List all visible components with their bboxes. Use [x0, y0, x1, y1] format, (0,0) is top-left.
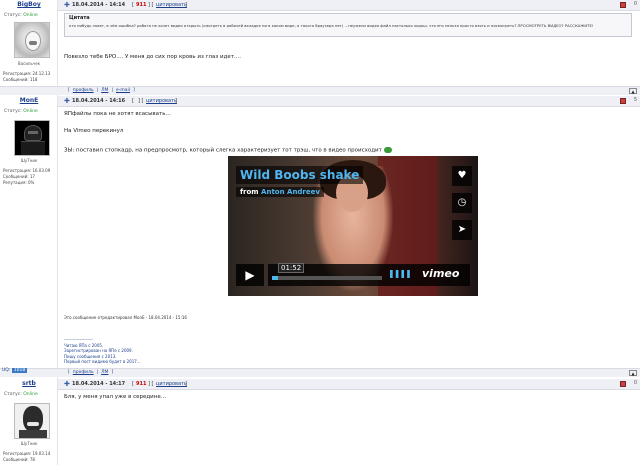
- post-body: Повезло тебе БРО.... У меня до сих пор к…: [64, 54, 242, 60]
- video-author[interactable]: Anton Andreev: [261, 188, 320, 196]
- post-date: 18.04.2014 - 14:16: [72, 98, 126, 104]
- plus-icon[interactable]: ✚: [64, 97, 70, 105]
- report-icon[interactable]: [620, 2, 626, 8]
- time-indicator: 01:52: [278, 263, 305, 273]
- plus-icon[interactable]: ✚: [64, 380, 70, 388]
- video-byline: from Anton Andreev: [236, 187, 324, 197]
- post-1: BigBoy Статус: Online Васильчек Регистра…: [0, 0, 640, 96]
- post-footer: [профиль | ЛМ] ▲: [0, 368, 640, 377]
- avatar[interactable]: [14, 120, 50, 156]
- scroll-top-button[interactable]: ▲: [629, 370, 637, 376]
- avatar[interactable]: [14, 22, 50, 58]
- pm-link[interactable]: ЛМ: [101, 88, 108, 93]
- avatar-caption: ШуТник: [20, 441, 38, 446]
- user-stats: Регистрация: 16.03.09 Сообщений: 17 Репу…: [3, 168, 50, 186]
- quote-button[interactable]: цитировать: [146, 98, 177, 104]
- report-icon[interactable]: [620, 381, 626, 387]
- edited-note: Это сообщение отредактировал MonE - 18.0…: [64, 315, 187, 320]
- username-link[interactable]: MonE: [0, 97, 58, 104]
- reputation: Репутация: 0%: [3, 180, 35, 185]
- pm-number[interactable]: 911: [136, 2, 146, 8]
- user-panel: srtb Статус: Online ШуТник Регистрация: …: [0, 379, 58, 465]
- smiley-icon: [383, 147, 392, 153]
- volume-icon[interactable]: ❚❚❚❚: [388, 269, 412, 278]
- user-status: Статус: Online: [4, 13, 38, 18]
- vimeo-logo[interactable]: vimeo: [422, 267, 459, 280]
- counter: 0: [633, 1, 637, 7]
- plus-icon[interactable]: ✚: [64, 1, 70, 9]
- signature: -------------------- Читаю ЯПа с 2005. З…: [64, 337, 141, 364]
- avatar-caption: ШуТник: [20, 158, 38, 163]
- post-footer: [профиль | ЛМ | e-mail] ▲: [0, 86, 640, 95]
- user-stats: Регистрация: 19.03.14 Сообщений: 78: [3, 451, 50, 463]
- post-header: ✚ 18.04.2014 - 14:14 [ 911 ] [ цитироват…: [58, 0, 640, 11]
- post-date: 18.04.2014 - 14:14: [72, 2, 126, 8]
- report-icon[interactable]: [620, 98, 626, 104]
- msg-count: Сообщений: 118: [3, 77, 38, 82]
- counter: 0: [633, 380, 637, 386]
- msg-count: Сообщений: 78: [3, 457, 35, 462]
- post-header: ✚ 18.04.2014 - 14:16 [ ] [ цитировать ] …: [58, 96, 640, 107]
- username-link[interactable]: BigBoy: [0, 1, 58, 8]
- footer-links: [профиль | ЛМ]: [68, 370, 114, 375]
- quote-button[interactable]: цитировать: [156, 2, 187, 8]
- progress-fill: [272, 276, 278, 280]
- watch-later-icon[interactable]: ◷: [452, 193, 472, 213]
- quote-block: Цитата кто нибудь знает, в чём ошибка? р…: [64, 13, 632, 37]
- scroll-top-button[interactable]: ▲: [629, 88, 637, 94]
- user-status: Статус: Online: [4, 392, 38, 397]
- user-status: Статус: Online: [4, 109, 38, 114]
- pm-number[interactable]: 911: [136, 381, 146, 387]
- play-button[interactable]: ▶: [236, 264, 264, 286]
- post-header: ✚ 18.04.2014 - 14:17 [ 911 ] [ цитироват…: [58, 379, 640, 390]
- like-icon[interactable]: ♥: [452, 166, 472, 186]
- post-line-2: На Vimeo перекинул: [64, 128, 124, 134]
- quote-button[interactable]: цитировать: [156, 381, 187, 387]
- email-link[interactable]: e-mail: [116, 88, 130, 93]
- avatar[interactable]: [14, 403, 50, 439]
- post-line-1: ЯПфайлы пока не хотят всасывать...: [64, 111, 171, 117]
- user-panel: BigBoy Статус: Online Васильчек Регистра…: [0, 0, 58, 96]
- post-body: Бля, у меня упал уже в середине...: [64, 394, 166, 400]
- progress-track[interactable]: [272, 276, 382, 280]
- pm-link[interactable]: ЛМ: [101, 370, 108, 375]
- profile-link[interactable]: профиль: [73, 370, 94, 375]
- video-player[interactable]: Wild Boobs shake from Anton Andreev ♥ ◷ …: [228, 156, 478, 296]
- avatar-caption: Васильчек: [17, 61, 41, 66]
- post-line-3: ЗЫ: поставил стопкадр, на предпросмотр, …: [64, 147, 632, 155]
- uq-badge: UQ: 1018: [2, 368, 28, 373]
- user-panel: MonE Статус: Online ШуТник Регистрация: …: [0, 96, 58, 379]
- user-stats: Регистрация: 24.12.13 Сообщений: 118: [3, 71, 50, 83]
- post-date: 18.04.2014 - 14:17: [72, 381, 126, 387]
- quote-title: Цитата: [69, 15, 90, 21]
- post-count: 5: [633, 97, 637, 103]
- post-3: srtb Статус: Online ШуТник Регистрация: …: [0, 379, 640, 465]
- video-title[interactable]: Wild Boobs shake: [236, 166, 364, 184]
- profile-link[interactable]: профиль: [73, 88, 94, 93]
- share-icon[interactable]: ➤: [452, 220, 472, 240]
- username-link[interactable]: srtb: [0, 380, 58, 387]
- footer-links: [профиль | ЛМ | e-mail]: [68, 88, 135, 93]
- quote-text: кто нибудь знает, в чём ошибка? работа н…: [69, 23, 594, 28]
